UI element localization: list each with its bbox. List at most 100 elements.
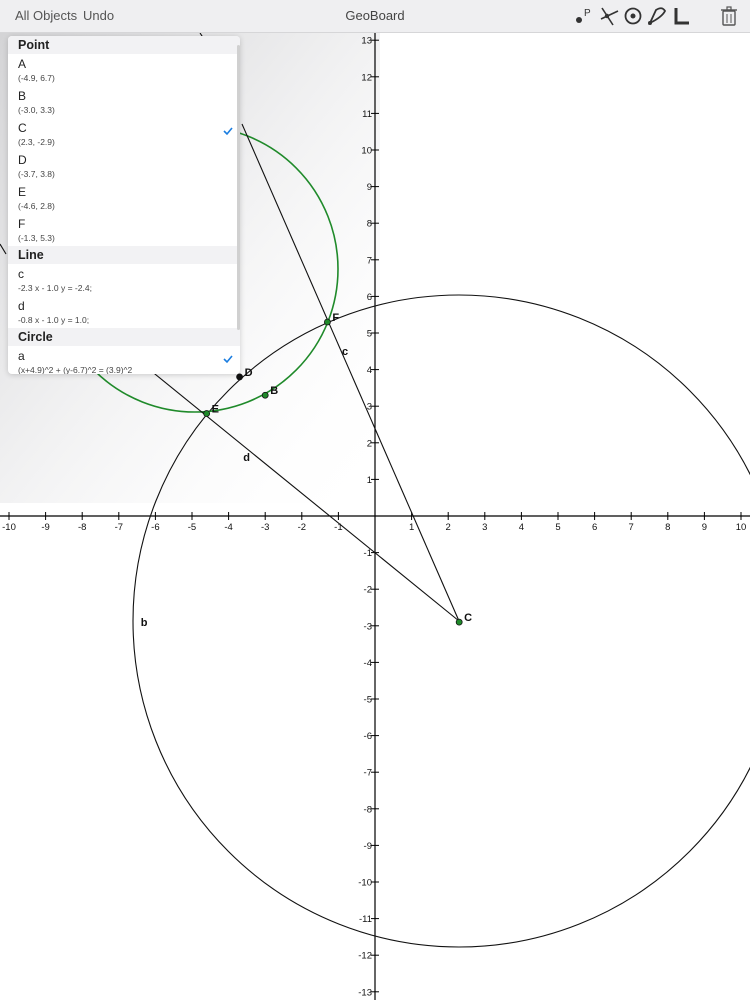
object-item-F[interactable]: F (-1.3, 5.3) [8, 214, 240, 246]
y-tick-label: -10 [358, 878, 372, 889]
object-name: d [18, 299, 25, 313]
object-item-a[interactable]: a (x+4.9)^2 + (y-6.7)^2 = (3.9)^2 [8, 346, 240, 374]
y-tick-label: 4 [367, 365, 372, 376]
x-tick-label: 2 [446, 522, 451, 533]
object-value: (-3.0, 3.3) [18, 105, 55, 115]
object-value: (2.3, -2.9) [18, 137, 55, 147]
object-value: (x+4.9)^2 + (y-6.7)^2 = (3.9)^2 [18, 365, 133, 374]
x-tick-label: 9 [702, 522, 707, 533]
circle-tool-icon[interactable] [622, 5, 644, 27]
point-F[interactable] [324, 318, 331, 326]
x-tick-label: -2 [298, 522, 306, 533]
point-tool-letter: P [584, 8, 591, 19]
object-value: (-4.6, 2.8) [18, 201, 55, 211]
trash-icon[interactable] [718, 5, 740, 27]
object-item-A[interactable]: A (-4.9, 6.7) [8, 54, 240, 86]
y-tick-label: -13 [358, 987, 372, 998]
y-tick-label: -12 [358, 951, 372, 962]
compass-tool-icon[interactable] [646, 5, 668, 27]
y-tick-label: 12 [361, 72, 372, 83]
line-label-c: c [342, 346, 348, 358]
point-label-C: C [464, 612, 472, 624]
x-tick-label: 4 [519, 522, 524, 533]
x-tick-label: -3 [261, 522, 269, 533]
checkmark-icon [223, 127, 233, 136]
y-tick-label: -7 [364, 768, 372, 779]
y-tick-label: 8 [367, 219, 372, 230]
objects-panel: Point A (-4.9, 6.7) B (-3.0, 3.3) C (2.3, -2.9… [8, 36, 240, 374]
point-label-E: E [212, 404, 219, 416]
toolbar: All Objects Undo GeoBoard P [0, 0, 750, 33]
object-item-D[interactable]: D (-3.7, 3.8) [8, 150, 240, 182]
object-name: c [18, 267, 24, 281]
point-B[interactable] [261, 391, 269, 399]
y-tick-label: 9 [367, 182, 372, 193]
section-header-circle: Circle [8, 328, 240, 346]
y-tick-label: -6 [364, 731, 372, 742]
y-tick-label: -4 [364, 658, 372, 669]
angle-tool-icon[interactable] [670, 5, 692, 27]
section-header-point: Point [8, 36, 240, 54]
x-tick-label: 6 [592, 522, 597, 533]
y-tick-label: -5 [364, 695, 372, 706]
point-label-F: F [332, 312, 339, 324]
object-value: (-3.7, 3.8) [18, 169, 55, 179]
object-name: D [18, 153, 27, 167]
object-name: F [18, 217, 26, 231]
y-tick-label: 5 [367, 329, 372, 340]
object-item-E[interactable]: E (-4.6, 2.8) [8, 182, 240, 214]
x-tick-label: -8 [78, 522, 86, 533]
undo-button[interactable]: Undo [83, 8, 114, 23]
point-label-D: D [245, 367, 253, 379]
object-value: (-4.9, 6.7) [18, 73, 55, 83]
object-name: A [18, 57, 27, 71]
object-item-c[interactable]: c -2.3 x - 1.0 y = -2.4; [8, 264, 240, 296]
x-tick-label: 10 [736, 522, 747, 533]
y-tick-label: -2 [364, 585, 372, 596]
y-tick-label: 7 [367, 255, 372, 266]
object-value: -2.3 x - 1.0 y = -2.4; [18, 283, 92, 293]
x-tick-label: 3 [482, 522, 487, 533]
y-tick-label: 13 [361, 36, 372, 47]
x-tick-label: 8 [665, 522, 670, 533]
object-item-C[interactable]: C (2.3, -2.9) [8, 118, 240, 150]
x-tick-label: -4 [224, 522, 232, 533]
y-tick-label: -3 [364, 621, 372, 632]
point-E[interactable] [203, 410, 211, 417]
circle-label-b: b [141, 617, 148, 629]
checkmark-icon [223, 355, 233, 364]
section-header-line: Line [8, 246, 240, 264]
y-tick-label: -9 [364, 841, 372, 852]
x-tick-label: -6 [151, 522, 159, 533]
object-name: C [18, 121, 27, 135]
point-D[interactable] [236, 373, 243, 381]
point-tool-icon[interactable]: P [574, 5, 596, 27]
x-tick-label: 1 [409, 522, 414, 533]
object-name: B [18, 89, 27, 103]
point-label-B: B [270, 385, 278, 397]
line-label-d: d [243, 452, 250, 464]
x-tick-label: 5 [555, 522, 560, 533]
y-tick-label: -8 [364, 804, 372, 815]
object-name: a [18, 349, 25, 363]
line-tool-icon[interactable] [598, 5, 620, 27]
x-tick-label: -5 [188, 522, 196, 533]
y-tick-label: 2 [367, 438, 372, 449]
object-value: (-1.3, 5.3) [18, 233, 55, 243]
all-objects-button[interactable]: All Objects [15, 8, 77, 23]
object-item-B[interactable]: B (-3.0, 3.3) [8, 86, 240, 118]
object-item-d[interactable]: d -0.8 x - 1.0 y = 1.0; [8, 296, 240, 328]
y-tick-label: 10 [361, 146, 372, 157]
circle-b[interactable] [132, 294, 750, 948]
panel-scrollbar[interactable] [237, 45, 240, 330]
y-tick-label: 1 [367, 475, 372, 486]
x-tick-label: 7 [629, 522, 634, 533]
x-tick-label: -7 [115, 522, 123, 533]
y-tick-label: -11 [359, 914, 372, 925]
y-tick-label: 11 [362, 109, 372, 120]
x-tick-label: -9 [41, 522, 49, 533]
point-C[interactable] [455, 618, 463, 626]
object-name: E [18, 185, 27, 199]
y-tick-label: 6 [367, 292, 372, 303]
x-tick-label: -10 [2, 522, 16, 533]
